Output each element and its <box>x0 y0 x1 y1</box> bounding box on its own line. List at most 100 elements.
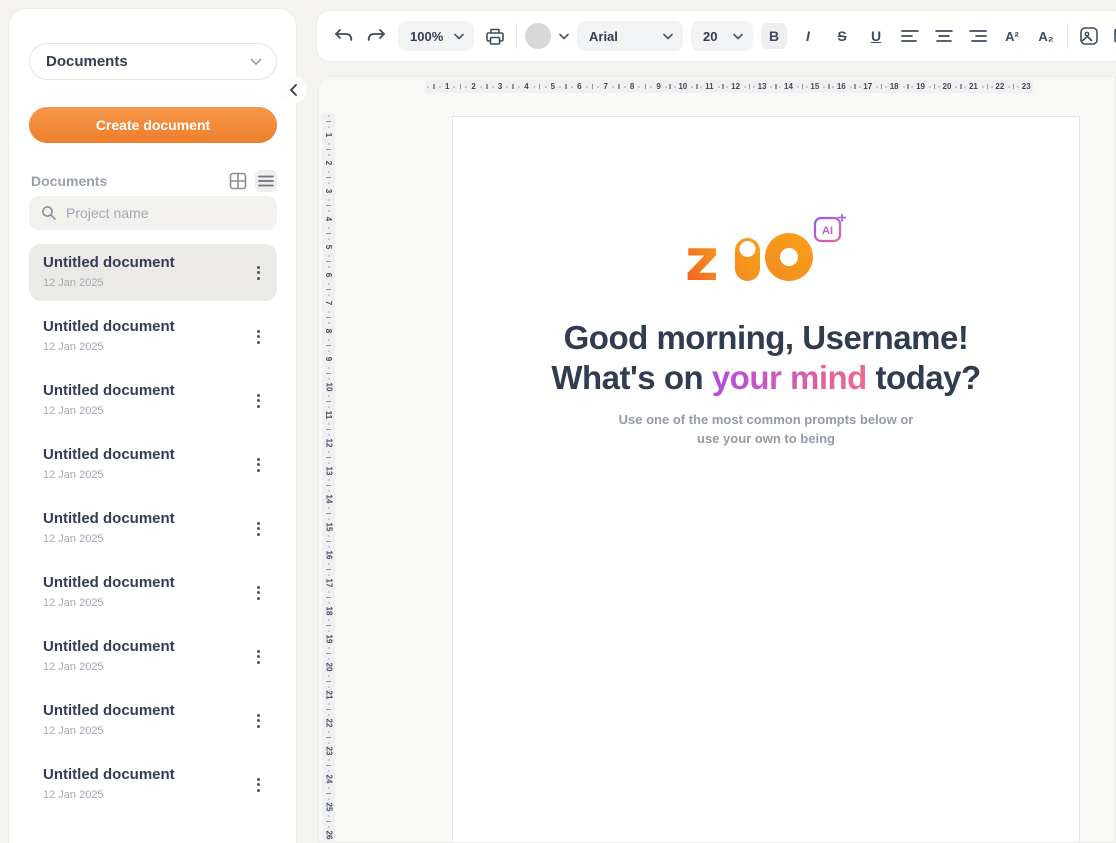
document-date: 12 Jan 2025 <box>43 725 247 737</box>
ruler-number: 25 <box>325 803 333 812</box>
chevron-down-icon <box>733 33 743 40</box>
chevron-down-icon <box>559 33 569 40</box>
kebab-menu-icon[interactable] <box>249 646 267 668</box>
document-list-item[interactable]: Untitled document 12 Jan 2025 <box>29 628 277 685</box>
kebab-menu-icon[interactable] <box>249 262 267 284</box>
create-document-button[interactable]: Create document <box>29 107 277 143</box>
print-button[interactable] <box>482 23 508 49</box>
ruler-unit: 16 <box>322 533 335 561</box>
ruler-unit: 4 <box>504 80 530 93</box>
kebab-menu-icon[interactable] <box>249 518 267 540</box>
ruler-unit: 16 <box>821 80 847 93</box>
ruler-unit: 6 <box>557 80 583 93</box>
text-color-select[interactable] <box>525 23 569 49</box>
ruler-unit: 20 <box>322 645 335 673</box>
ruler-unit: 19 <box>901 80 927 93</box>
ruler-unit: 7 <box>584 80 610 93</box>
ruler-number: 12 <box>731 83 740 91</box>
ruler-number: 9 <box>324 357 332 361</box>
document-list-item[interactable]: Untitled document 12 Jan 2025 <box>29 372 277 429</box>
document-title: Untitled document <box>43 253 247 273</box>
ruler-unit: 2 <box>451 80 477 93</box>
align-left-icon <box>901 29 919 43</box>
ruler-unit: 13 <box>322 449 335 477</box>
document-title: Untitled document <box>43 381 247 401</box>
insert-table-button[interactable] <box>1110 23 1116 49</box>
font-size-select[interactable]: 20 <box>691 21 753 51</box>
align-left-button[interactable] <box>897 23 923 49</box>
workspace-selector-label: Documents <box>46 53 250 70</box>
ruler-unit: 22 <box>322 701 335 729</box>
chevron-down-icon <box>663 33 673 40</box>
ruler-number: 8 <box>630 83 634 91</box>
bold-button[interactable]: B <box>761 23 787 49</box>
ruler-unit: 11 <box>689 80 715 93</box>
ruler-unit: 3 <box>322 169 335 197</box>
collapse-sidebar-button[interactable] <box>279 76 307 104</box>
kebab-menu-icon[interactable] <box>249 326 267 348</box>
document-list-item[interactable]: Untitled document 12 Jan 2025 <box>29 756 277 813</box>
document-list-item[interactable]: Untitled document 12 Jan 2025 <box>29 436 277 493</box>
ruler-number: 26 <box>325 831 333 840</box>
ruler-unit: 6 <box>322 253 335 281</box>
ruler-unit: 18 <box>322 589 335 617</box>
undo-button[interactable] <box>330 23 356 49</box>
ruler-number: 17 <box>325 579 333 588</box>
kebab-menu-icon[interactable] <box>249 582 267 604</box>
redo-button[interactable] <box>364 23 390 49</box>
kebab-menu-icon[interactable] <box>249 454 267 476</box>
italic-button[interactable]: I <box>795 23 821 49</box>
ruler-unit: 14 <box>322 477 335 505</box>
ruler-number: 15 <box>325 523 333 532</box>
ruler-number: 5 <box>551 83 555 91</box>
document-list-item[interactable]: Untitled document 12 Jan 2025 <box>29 500 277 557</box>
documents-section-header: Documents <box>31 169 277 193</box>
workspace-selector[interactable]: Documents <box>29 43 277 80</box>
font-family-select[interactable]: Arial <box>577 21 683 51</box>
search-input[interactable] <box>66 205 265 221</box>
ruler-number: 16 <box>325 551 333 560</box>
align-right-button[interactable] <box>965 23 991 49</box>
svg-text:AI: AI <box>822 225 833 237</box>
ruler-number: 20 <box>943 83 952 91</box>
kebab-menu-icon[interactable] <box>249 774 267 796</box>
document-list-item[interactable]: Untitled document 12 Jan 2025 <box>29 564 277 621</box>
document-list-item[interactable]: Untitled document 12 Jan 2025 <box>29 692 277 749</box>
ruler-unit: 12 <box>716 80 742 93</box>
redo-icon <box>367 28 387 45</box>
svg-text:z: z <box>685 226 719 282</box>
underline-button[interactable]: U <box>863 23 889 49</box>
vertical-ruler[interactable]: 1 2 3 4 5 6 7 8 9 10 <box>322 113 335 841</box>
kebab-menu-icon[interactable] <box>249 710 267 732</box>
align-right-icon <box>969 29 987 43</box>
ruler-unit: 23 <box>322 729 335 757</box>
insert-image-button[interactable] <box>1076 23 1102 49</box>
zoom-select[interactable]: 100% <box>398 21 474 51</box>
document-page[interactable]: z AI Good morning, Username! Wh <box>452 116 1080 843</box>
kebab-menu-icon[interactable] <box>249 390 267 412</box>
ruler-unit: 19 <box>322 617 335 645</box>
ruler-unit: 22 <box>980 80 1006 93</box>
grid-view-icon[interactable] <box>227 170 249 192</box>
sidebar: Documents Create document Documents Unti… <box>8 8 297 843</box>
document-list-item[interactable]: Untitled document 12 Jan 2025 <box>29 244 277 301</box>
list-view-icon[interactable] <box>255 170 277 192</box>
document-date: 12 Jan 2025 <box>43 789 247 801</box>
ruler-number: 23 <box>1022 83 1031 91</box>
ruler-number: 20 <box>325 663 333 672</box>
superscript-button[interactable]: A² <box>999 23 1025 49</box>
search-box[interactable] <box>29 196 277 230</box>
ruler-number: 11 <box>705 83 713 91</box>
ruler-number: 8 <box>324 329 332 333</box>
greeting-subtitle: Use one of the most common prompts below… <box>453 410 1079 448</box>
font-family-value: Arial <box>589 29 655 44</box>
ruler-unit: 7 <box>322 281 335 309</box>
document-list-item[interactable]: Untitled document 12 Jan 2025 <box>29 308 277 365</box>
image-icon <box>1079 26 1099 46</box>
horizontal-ruler[interactable]: 1 2 3 4 5 6 7 8 9 10 <box>425 80 1033 93</box>
strikethrough-button[interactable]: S <box>829 23 855 49</box>
formatting-toolbar: 100% Arial 20 B I S U A² A₂ <box>316 10 1116 62</box>
logo-letter-o <box>765 233 813 281</box>
subscript-button[interactable]: A₂ <box>1033 23 1059 49</box>
align-center-button[interactable] <box>931 23 957 49</box>
